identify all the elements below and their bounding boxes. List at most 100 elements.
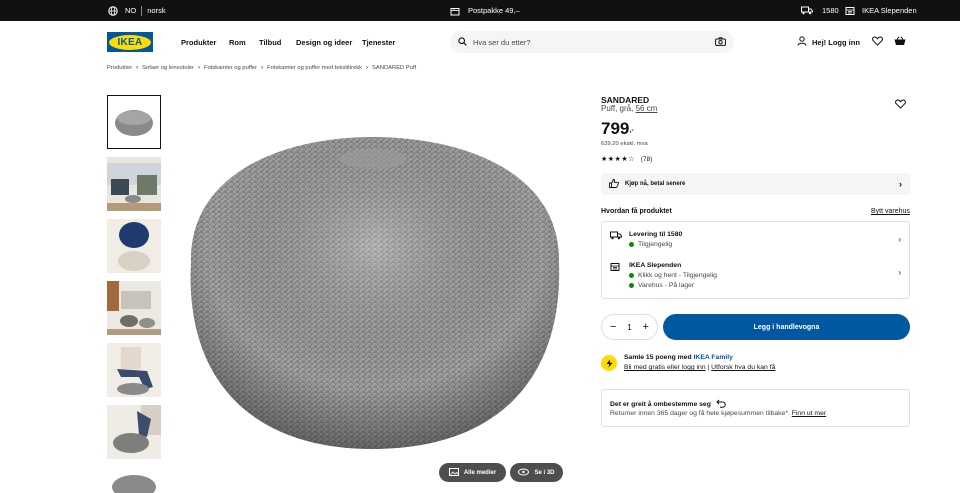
product-size-link[interactable]: 56 cm xyxy=(636,104,658,113)
camera-icon[interactable] xyxy=(715,36,726,48)
globe-icon xyxy=(108,5,118,16)
chevron-right-icon: › xyxy=(198,65,201,71)
home-delivery-option[interactable]: Levering til 1580 Tilgjengelig › xyxy=(610,231,903,251)
find-out-more-link[interactable]: Finn ut mer xyxy=(792,410,826,417)
divider xyxy=(141,5,143,16)
return-policy-title: Det er greit å ombestemme seg xyxy=(610,401,711,408)
store-selector[interactable]: IKEA Slependen xyxy=(845,0,917,21)
truck-icon xyxy=(801,6,813,15)
thumbnail-person-sitting[interactable] xyxy=(107,343,161,397)
return-arrow-icon xyxy=(716,399,726,410)
store-option[interactable]: IKEA Slependen Klikk og hent - Tilgjenge… xyxy=(610,262,903,292)
ikea-family-link[interactable]: IKEA Family xyxy=(694,354,733,361)
thumbnail-pouf-2[interactable] xyxy=(107,467,161,493)
login-link[interactable]: Hej! Logg inn xyxy=(797,21,860,63)
price-value: 799 xyxy=(601,119,630,138)
rating[interactable]: ★★★★☆ (78) xyxy=(601,155,653,164)
header: IKEA Produkter Rom Tilbud Design og idee… xyxy=(0,21,960,63)
available-dot-icon xyxy=(629,242,634,247)
all-media-label: Alle medier xyxy=(463,469,497,476)
delivery-heading: Hvordan få produktet xyxy=(601,208,672,215)
ikea-family-banner: Samle 15 poeng med IKEA Family Bli med g… xyxy=(601,354,910,378)
postcode-selector[interactable]: 1580 xyxy=(801,0,839,21)
home-delivery-status: Tilgjengelig xyxy=(638,241,673,248)
3d-icon xyxy=(518,468,530,478)
logo-text: IKEA xyxy=(117,36,143,48)
favourites-button[interactable] xyxy=(872,21,883,63)
heart-icon xyxy=(872,36,883,48)
nav-tjenester[interactable]: Tjenester xyxy=(362,21,395,63)
store-icon xyxy=(610,262,620,274)
rating-count: (78) xyxy=(640,155,653,163)
decrease-button[interactable]: − xyxy=(610,321,616,333)
breadcrumb-item[interactable]: Produkter xyxy=(107,65,132,71)
chevron-right-icon: › xyxy=(898,268,901,277)
package-icon xyxy=(450,6,460,16)
return-policy-box: Det er greit å ombestemme seg Returner i… xyxy=(601,389,910,427)
gallery-icon xyxy=(448,467,459,478)
search-bar[interactable]: Hva ser du etter? xyxy=(450,31,734,53)
chevron-right-icon: › xyxy=(899,179,902,189)
change-store-link[interactable]: Bytt varehus xyxy=(871,208,910,215)
breadcrumb-item[interactable]: Fotskamler og puffer med tekstiltrekk xyxy=(267,65,362,71)
thumbnail-blue-pouf[interactable] xyxy=(107,219,161,273)
user-icon xyxy=(797,36,807,48)
store-icon xyxy=(845,6,855,16)
quantity-value[interactable]: 1 xyxy=(627,323,631,332)
return-policy-text: Returner innen 365 dager og få hele kjøp… xyxy=(610,410,790,417)
pay-later-label: Kjøp nå, betal senere xyxy=(625,181,686,187)
cart-button[interactable] xyxy=(894,21,906,63)
view-3d-button[interactable]: Se i 3D xyxy=(510,463,563,482)
product-main-image[interactable] xyxy=(183,133,563,453)
product-desc-text: Puff, grå, xyxy=(601,104,634,113)
login-label: Hej! Logg inn xyxy=(812,37,860,47)
basket-icon xyxy=(894,36,906,48)
quantity-stepper[interactable]: − 1 + xyxy=(601,314,658,340)
explore-family-link[interactable]: Utforsk hva du kan få xyxy=(711,364,775,371)
country-selector[interactable]: NO norsk xyxy=(108,0,166,21)
thumbnail-pouf[interactable] xyxy=(107,95,161,149)
view-3d-label: Se i 3D xyxy=(534,469,555,476)
favourite-product-button[interactable] xyxy=(895,99,906,111)
thumbnail-pouf-detail[interactable] xyxy=(107,405,161,459)
thumbnail-living-room[interactable] xyxy=(107,157,161,211)
shipping-info[interactable]: Postpakke 49,– xyxy=(450,0,520,21)
thumbs-up-icon xyxy=(609,178,619,190)
nav-rom[interactable]: Rom xyxy=(229,21,246,63)
store-title: IKEA Slependen xyxy=(629,262,682,269)
star-rating-icon: ★★★★☆ xyxy=(601,156,635,163)
home-delivery-title: Levering til 1580 xyxy=(629,231,683,238)
store-label: IKEA Slependen xyxy=(862,6,917,15)
family-icon xyxy=(601,355,617,371)
breadcrumb-item[interactable]: Fotskamler og puffer xyxy=(204,65,257,71)
click-collect-status: Klikk og hent - Tilgjengelig xyxy=(638,272,717,279)
add-to-cart-button[interactable]: Legg i handlevogna xyxy=(663,314,910,340)
available-dot-icon xyxy=(629,273,634,278)
chevron-right-icon: › xyxy=(366,65,369,71)
postcode-label: 1580 xyxy=(822,6,839,15)
search-icon[interactable] xyxy=(458,36,467,48)
top-bar: NO norsk Postpakke 49,– 1580 IKEA Slepen… xyxy=(0,0,960,21)
search-input[interactable]: Hva ser du etter? xyxy=(473,38,715,47)
heart-icon xyxy=(895,99,906,111)
divider: | xyxy=(707,364,710,371)
country-code: NO xyxy=(125,6,137,15)
store-stock-status: Varehus - På lager xyxy=(638,282,695,289)
breadcrumb: Produkter › Sofaer og lenestoler › Fotsk… xyxy=(107,63,416,73)
thumbnail-room-poufs[interactable] xyxy=(107,281,161,335)
nav-tilbud[interactable]: Tilbud xyxy=(259,21,281,63)
ikea-logo[interactable]: IKEA xyxy=(107,32,153,52)
price-ex-vat: 639,20 ekskl. mva xyxy=(601,141,648,147)
product-price: 799,- xyxy=(601,119,634,139)
breadcrumb-item[interactable]: Sofaer og lenestoler xyxy=(142,65,194,71)
language-label: norsk xyxy=(147,6,166,15)
truck-icon xyxy=(610,231,622,242)
all-media-button[interactable]: Alle medier xyxy=(439,463,506,482)
nav-produkter[interactable]: Produkter xyxy=(181,21,216,63)
increase-button[interactable]: + xyxy=(643,321,649,333)
join-family-link[interactable]: Bli med gratis eller logg inn xyxy=(624,364,706,371)
chevron-right-icon: › xyxy=(898,235,901,244)
nav-design-og-ideer[interactable]: Design og ideer xyxy=(296,21,352,63)
price-suffix: ,- xyxy=(629,127,634,134)
pay-later-banner[interactable]: Kjøp nå, betal senere › xyxy=(601,173,910,195)
